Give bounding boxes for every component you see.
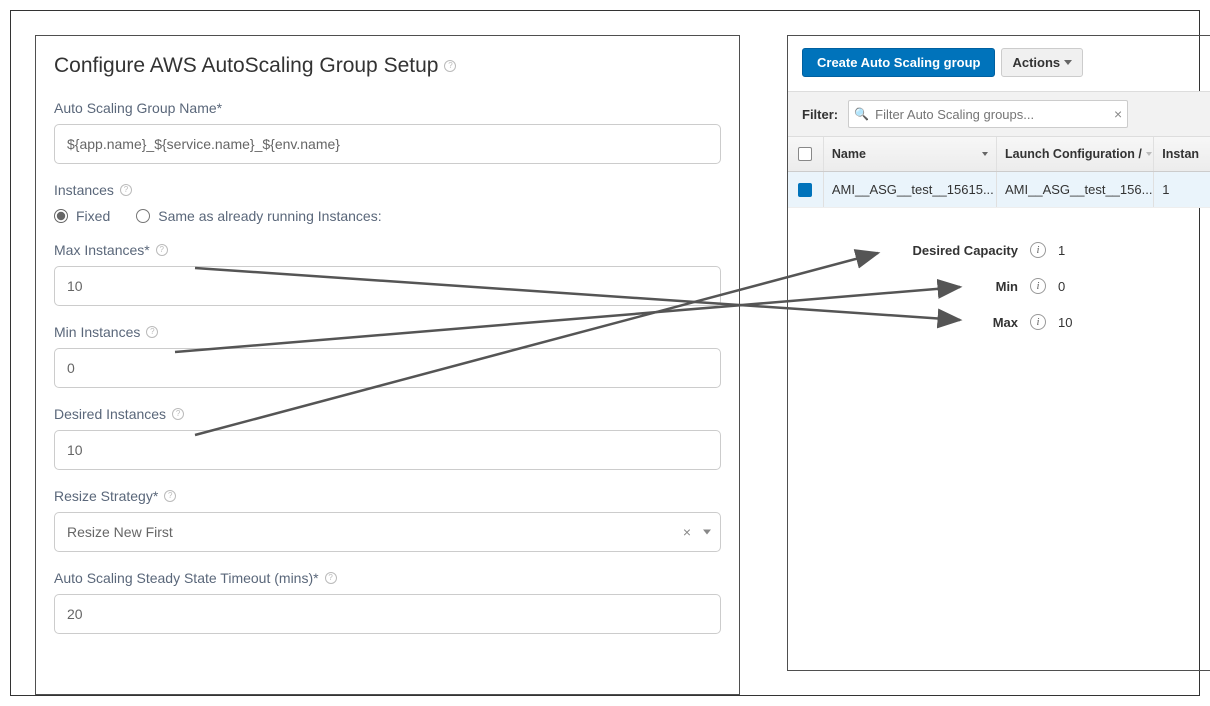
actions-button[interactable]: Actions	[1001, 48, 1083, 77]
timeout-label: Auto Scaling Steady State Timeout (mins)…	[54, 570, 721, 586]
row-launch-config: AMI__ASG__test__156...	[997, 172, 1154, 207]
aws-console-panel: Create Auto Scaling group Actions Filter…	[787, 35, 1210, 671]
info-icon[interactable]: i	[1030, 314, 1046, 330]
outer-frame: Configure AWS AutoScaling Group Setup ? …	[10, 10, 1200, 696]
min-instances-label: Min Instances ?	[54, 324, 721, 340]
resize-strategy-select[interactable]: Resize New First ×	[54, 512, 721, 552]
checkbox-checked-icon[interactable]	[798, 183, 812, 197]
group-name-label: Auto Scaling Group Name*	[54, 100, 721, 116]
sort-icon	[982, 152, 988, 156]
sort-icon	[1146, 152, 1152, 156]
max-instances-label: Max Instances* ?	[54, 242, 721, 258]
detail-min: Min i 0	[888, 268, 1210, 304]
radio-fixed[interactable]: Fixed	[54, 208, 110, 224]
checkbox-empty-icon[interactable]	[798, 147, 812, 161]
filter-input-wrap: 🔍 ×	[848, 100, 1128, 128]
timeout-input[interactable]	[54, 594, 721, 634]
help-icon[interactable]: ?	[172, 408, 184, 420]
resize-strategy-value: Resize New First	[54, 512, 721, 552]
help-icon[interactable]: ?	[120, 184, 132, 196]
min-instances-input[interactable]	[54, 348, 721, 388]
table-row[interactable]: AMI__ASG__test__15615... AMI__ASG__test_…	[788, 172, 1210, 208]
help-icon[interactable]: ?	[325, 572, 337, 584]
table-header: Name Launch Configuration / Instan	[788, 137, 1210, 172]
help-icon[interactable]: ?	[164, 490, 176, 502]
row-select-cell[interactable]	[788, 172, 824, 207]
help-icon[interactable]: ?	[156, 244, 168, 256]
col-launch-config[interactable]: Launch Configuration /	[997, 137, 1154, 171]
asg-details: Desired Capacity i 1 Min i 0 Max i 10	[788, 232, 1210, 340]
search-icon: 🔍	[854, 107, 869, 121]
max-instances-input[interactable]	[54, 266, 721, 306]
chevron-down-icon	[1064, 60, 1072, 65]
info-icon[interactable]: i	[1030, 242, 1046, 258]
row-instances: 1	[1154, 172, 1210, 207]
col-instances[interactable]: Instan	[1154, 137, 1210, 171]
aws-toolbar: Create Auto Scaling group Actions	[788, 36, 1210, 91]
page-title: Configure AWS AutoScaling Group Setup ?	[54, 54, 721, 78]
filter-bar: Filter: 🔍 ×	[788, 91, 1210, 137]
row-name: AMI__ASG__test__15615...	[824, 172, 997, 207]
instances-radio-group: Fixed Same as already running Instances:	[54, 208, 721, 224]
config-form-panel: Configure AWS AutoScaling Group Setup ? …	[35, 35, 740, 695]
group-name-input[interactable]	[54, 124, 721, 164]
help-icon[interactable]: ?	[444, 60, 456, 72]
radio-fixed-input[interactable]	[54, 209, 68, 223]
desired-instances-input[interactable]	[54, 430, 721, 470]
chevron-down-icon[interactable]	[703, 530, 711, 535]
col-name[interactable]: Name	[824, 137, 997, 171]
clear-icon[interactable]: ×	[1114, 106, 1122, 122]
radio-same-input[interactable]	[136, 209, 150, 223]
create-asg-button[interactable]: Create Auto Scaling group	[802, 48, 995, 77]
info-icon[interactable]: i	[1030, 278, 1046, 294]
help-icon[interactable]: ?	[146, 326, 158, 338]
instances-label: Instances ?	[54, 182, 721, 198]
detail-desired: Desired Capacity i 1	[888, 232, 1210, 268]
clear-icon[interactable]: ×	[683, 524, 691, 540]
detail-max: Max i 10	[888, 304, 1210, 340]
resize-strategy-label: Resize Strategy* ?	[54, 488, 721, 504]
desired-instances-label: Desired Instances ?	[54, 406, 721, 422]
filter-input[interactable]	[848, 100, 1128, 128]
filter-label: Filter:	[802, 107, 838, 122]
select-all-cell[interactable]	[788, 137, 824, 171]
page-title-text: Configure AWS AutoScaling Group Setup	[54, 54, 438, 78]
radio-same[interactable]: Same as already running Instances:	[136, 208, 381, 224]
